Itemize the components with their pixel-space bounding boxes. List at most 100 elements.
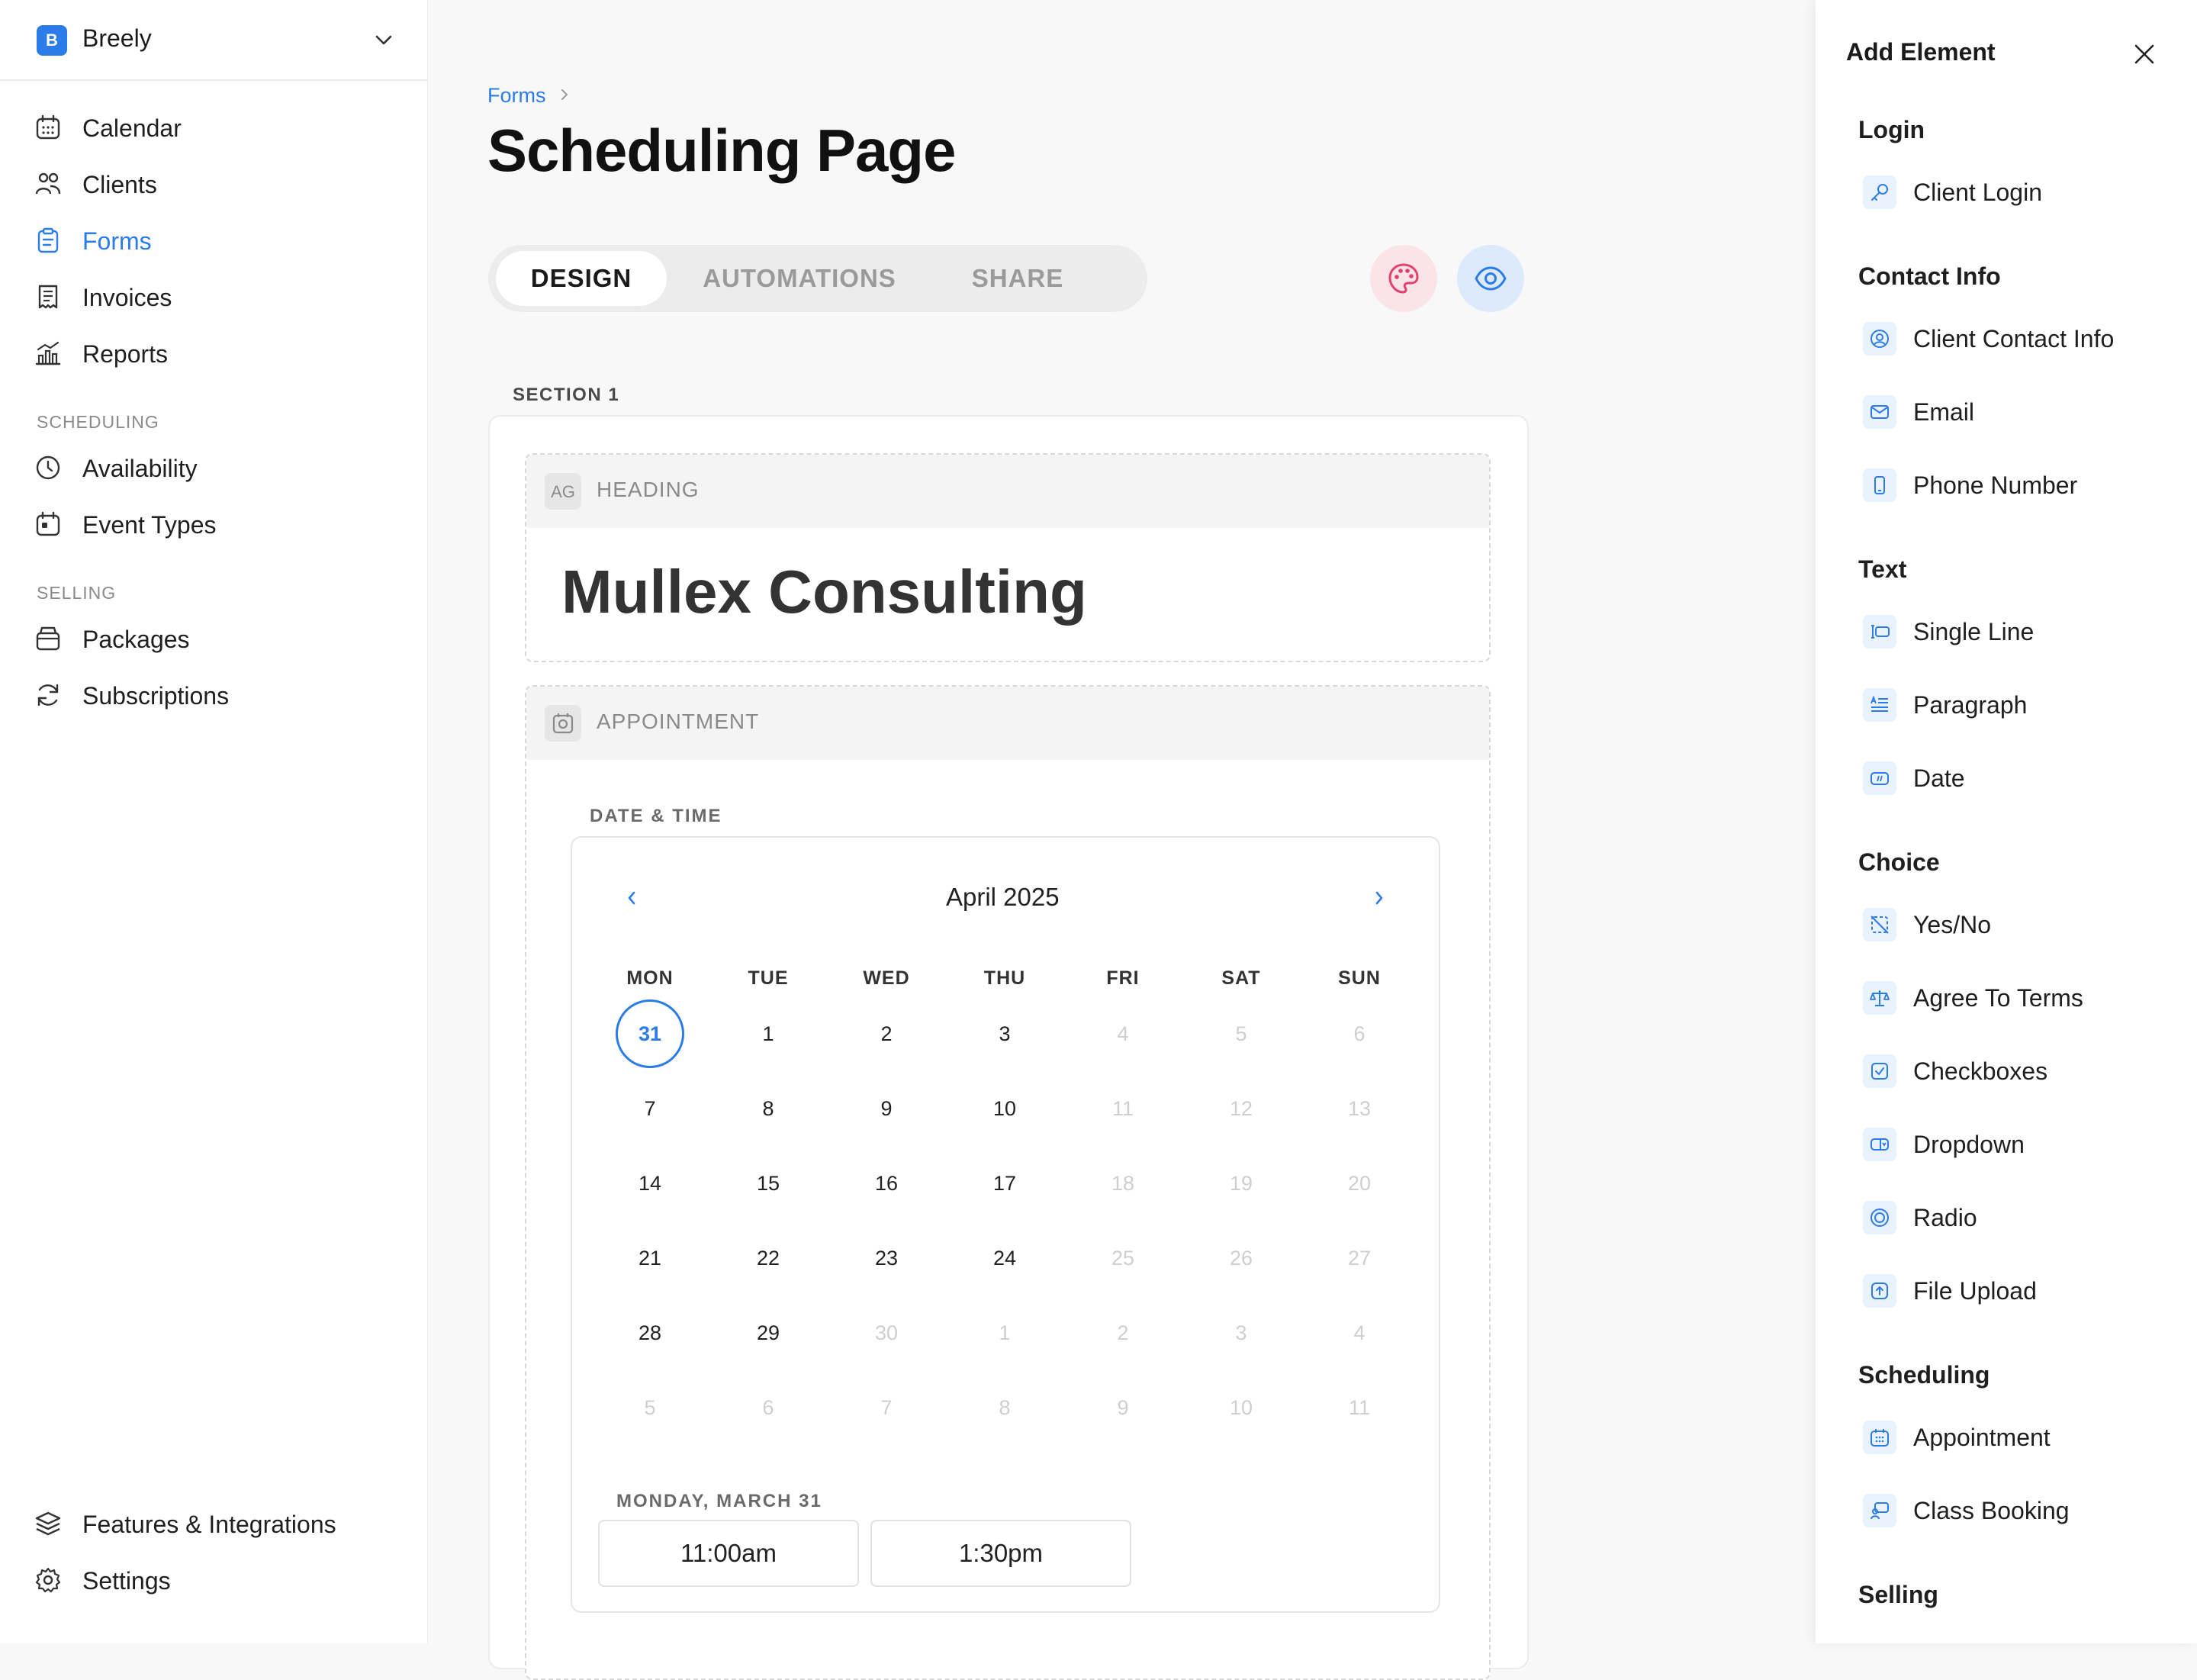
weekday-header: FRI [1106,967,1140,989]
calendar-day[interactable]: 7 [616,1074,684,1143]
heading-text[interactable]: Mullex Consulting [561,557,1087,627]
checkbox-icon [1863,1054,1896,1088]
calendar-day[interactable]: 10 [970,1074,1039,1143]
sidebar-item-settings[interactable]: Settings [35,1556,401,1602]
sidebar-item-clients[interactable]: Clients [35,160,401,206]
camera-calendar-icon [552,713,574,734]
sidebar-item-features[interactable]: Features & Integrations [35,1500,417,1546]
panel-category: Selling [1858,1581,1938,1608]
sidebar-item-label: Invoices [82,284,172,311]
class-icon [1863,1494,1896,1527]
calendar-month-label: April 2025 [946,883,1060,911]
sidebar-item-packages[interactable]: Packages [35,615,401,661]
calendar-day[interactable]: 29 [734,1299,803,1367]
sidebar-item-label: Features & Integrations [82,1511,336,1538]
calendar-day: 10 [1229,1396,1253,1419]
element-single-line[interactable]: Single Line [1863,610,2183,653]
block-type-label: APPOINTMENT [597,710,760,733]
element-yes-no[interactable]: Yes/No [1863,903,2183,946]
calendar-day-today[interactable]: 31 [616,999,684,1068]
workspace-switcher[interactable]: B Breely [37,17,395,64]
element-radio[interactable]: Radio [1863,1196,2183,1239]
calendar-day[interactable]: 28 [616,1299,684,1367]
upload-icon [1863,1274,1896,1308]
calendar-day: 4 [1117,1022,1129,1045]
close-icon[interactable] [2131,41,2157,67]
eye-icon [1475,266,1507,291]
date-icon [1863,761,1896,795]
element-client-login[interactable]: Client Login [1863,171,2183,214]
calendar-day: 7 [880,1396,893,1419]
calendar-day[interactable]: 24 [970,1224,1039,1292]
calendar-day: 2 [1117,1321,1129,1344]
sidebar-item-label: Availability [82,455,198,482]
chevron-right-icon[interactable] [1370,887,1388,909]
time-slot[interactable]: 11:00am [598,1520,859,1587]
calendar-day: 1 [999,1321,1011,1344]
paragraph-icon [1863,688,1896,722]
radio-icon [1863,1201,1896,1234]
weekday-header: TUE [748,967,789,989]
heading-block[interactable]: AG HEADING Mullex Consulting [525,453,1491,662]
calendar-day[interactable]: 22 [734,1224,803,1292]
sidebar-item-label: Clients [82,171,157,198]
sidebar-item-label: Reports [82,340,169,368]
element-label: Checkboxes [1913,1057,2048,1085]
block-type-label: HEADING [597,478,700,501]
calendar-day: 30 [874,1321,899,1344]
chevron-left-icon[interactable] [622,887,641,909]
weekday-header: SUN [1338,967,1381,989]
sidebar-item-reports[interactable]: Reports [35,330,401,375]
tab-share[interactable]: SHARE [926,251,1109,306]
element-label: Date [1913,764,1965,792]
sidebar-item-availability[interactable]: Availability [35,444,401,490]
time-slot[interactable]: 1:30pm [870,1520,1131,1587]
sidebar-item-event-types[interactable]: Event Types [35,500,401,546]
calendar-day[interactable]: 16 [852,1149,921,1218]
element-file-upload[interactable]: File Upload [1863,1270,2183,1312]
text-cursor-icon [1863,615,1896,649]
element-checkboxes[interactable]: Checkboxes [1863,1050,2183,1093]
calendar-day: 4 [1353,1321,1365,1344]
calendar-day[interactable]: 1 [734,999,803,1068]
element-dropdown[interactable]: Dropdown [1863,1123,2183,1166]
dropdown-icon [1863,1128,1896,1161]
sidebar-item-invoices[interactable]: Invoices [35,273,401,319]
calendar-day[interactable]: 15 [734,1149,803,1218]
weekday-header: SAT [1221,967,1261,989]
sidebar-item-forms[interactable]: Forms [35,217,401,262]
calendar-day[interactable]: 8 [734,1074,803,1143]
element-label: Yes/No [1913,911,1991,938]
heading-type-icon: AG [545,473,581,510]
element-paragraph[interactable]: Paragraph [1863,684,2183,726]
calendar-day[interactable]: 3 [970,999,1039,1068]
calendar-day[interactable]: 2 [852,999,921,1068]
section-label: SECTION 1 [513,385,620,405]
sidebar-item-label: Packages [82,626,190,653]
element-label: Appointment [1913,1424,2051,1451]
element-date[interactable]: Date [1863,757,2183,800]
calendar-day[interactable]: 23 [852,1224,921,1292]
element-email[interactable]: Email [1863,391,2183,433]
element-phone-number[interactable]: Phone Number [1863,464,2183,507]
calendar-day[interactable]: 21 [616,1224,684,1292]
preview-button[interactable] [1457,245,1524,312]
element-client-contact-info[interactable]: Client Contact Info [1863,317,2183,360]
calendar-day[interactable]: 17 [970,1149,1039,1218]
element-appointment[interactable]: Appointment [1863,1416,2183,1459]
page-title: Scheduling Page [487,117,956,184]
calendar-day: 11 [1111,1097,1134,1120]
sidebar-item-calendar[interactable]: Calendar [35,104,401,150]
tab-automations[interactable]: AUTOMATIONS [684,251,915,306]
element-label: Client Contact Info [1913,325,2115,352]
calendar-day: 5 [1235,1022,1247,1045]
sidebar-item-subscriptions[interactable]: Subscriptions [35,671,401,717]
calendar-day[interactable]: 14 [616,1149,684,1218]
tab-design[interactable]: DESIGN [496,251,667,306]
element-agree-to-terms[interactable]: Agree To Terms [1863,977,2183,1019]
element-class-booking[interactable]: Class Booking [1863,1489,2183,1532]
calendar-icon [1863,1421,1896,1454]
calendar-day[interactable]: 9 [852,1074,921,1143]
breadcrumb[interactable]: Forms [487,84,546,108]
theme-button[interactable] [1370,245,1437,312]
